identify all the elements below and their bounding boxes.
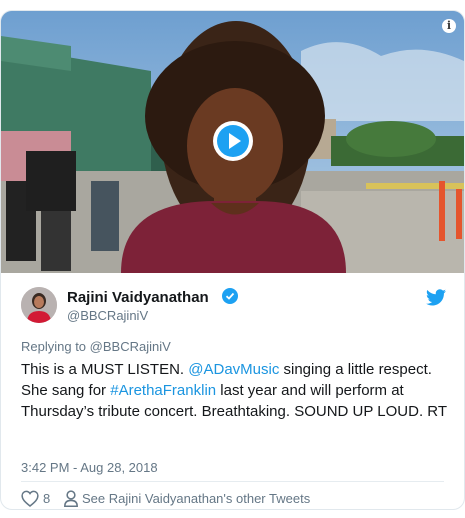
tweet-text: This is a MUST LISTEN. @ADavMusic singin… bbox=[21, 359, 451, 422]
person-icon[interactable] bbox=[63, 490, 79, 507]
heart-icon[interactable] bbox=[21, 490, 39, 507]
replying-to[interactable]: Replying to @BBCRajiniV bbox=[21, 339, 171, 354]
like-count[interactable]: 8 bbox=[43, 491, 50, 506]
tweet-timestamp[interactable]: 3:42 PM - Aug 28, 2018 bbox=[21, 460, 158, 475]
author-name[interactable]: Rajini Vaidyanathan bbox=[67, 289, 209, 306]
tweet-header: Rajini Vaidyanathan @BBCRajiniV bbox=[21, 287, 446, 327]
avatar[interactable] bbox=[21, 287, 57, 323]
video-thumbnail[interactable]: i bbox=[1, 11, 464, 273]
play-triangle bbox=[229, 133, 241, 149]
play-icon[interactable] bbox=[213, 121, 253, 161]
avatar-image bbox=[21, 287, 57, 323]
info-icon[interactable]: i bbox=[442, 19, 456, 33]
other-tweets-link[interactable]: See Rajini Vaidyanathan's other Tweets bbox=[82, 491, 310, 506]
twitter-bird-icon[interactable] bbox=[426, 289, 446, 306]
divider bbox=[21, 481, 444, 482]
verified-badge-icon bbox=[222, 288, 238, 304]
tweet-card: i Rajini Vaidyanathan @BBCRajiniV Replyi… bbox=[0, 10, 465, 510]
tweet-text-segment: This is a MUST LISTEN. bbox=[21, 361, 189, 378]
mention-link[interactable]: @ADavMusic bbox=[188, 361, 279, 378]
author-handle[interactable]: @BBCRajiniV bbox=[67, 308, 148, 323]
hashtag-link[interactable]: #ArethaFranklin bbox=[110, 382, 216, 399]
